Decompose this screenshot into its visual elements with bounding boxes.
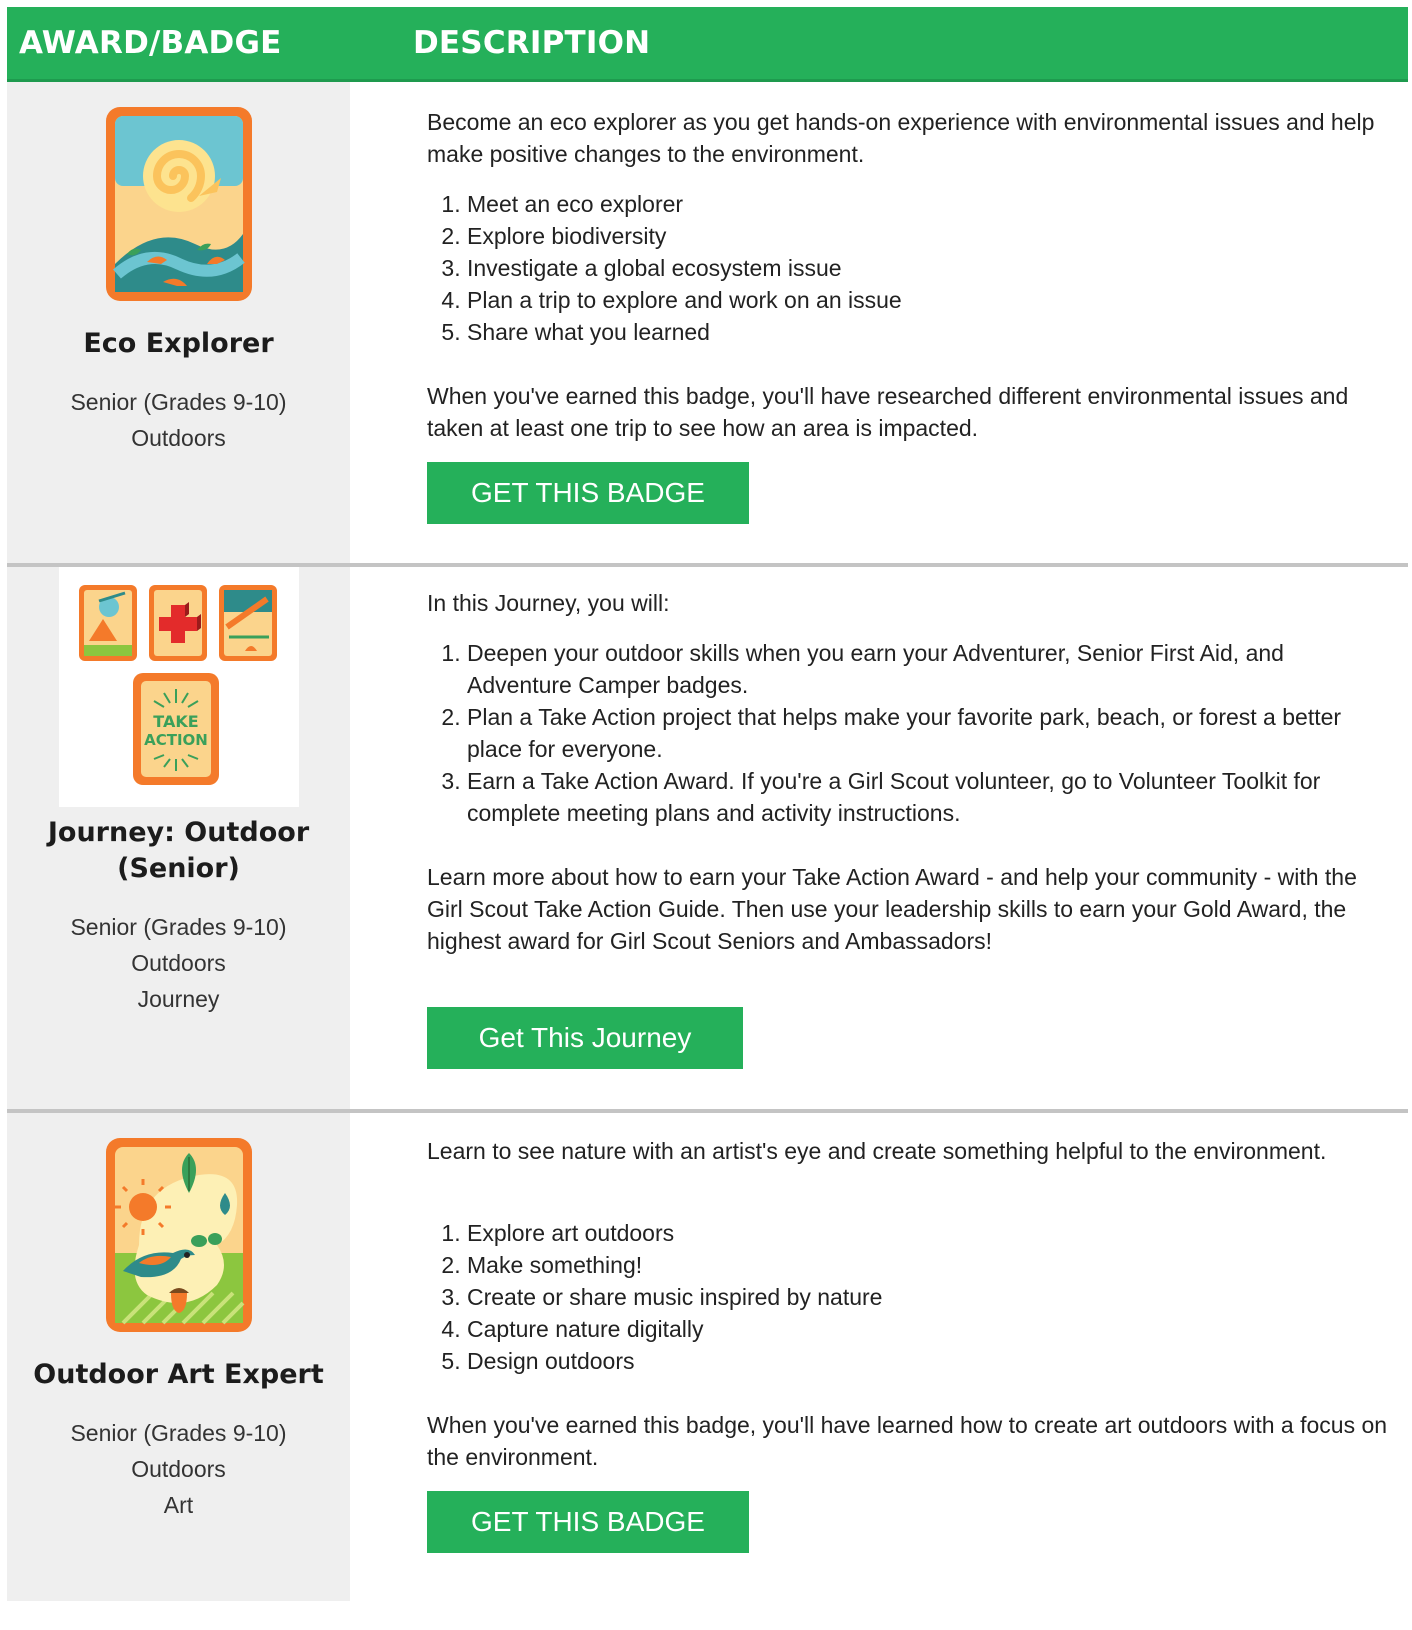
steps-list: Meet an eco explorer Explore biodiversit…	[427, 188, 1388, 348]
badge-name: Eco Explorer	[83, 328, 274, 359]
action-text: ACTION	[144, 731, 208, 749]
table-row: TAKE ACTION Journey: Outdoor (Senior) Se…	[7, 567, 1408, 1113]
header-award: AWARD/BADGE	[19, 25, 282, 61]
list-item: Explore art outdoors	[467, 1217, 1388, 1249]
description-cell: Learn to see nature with an artist's eye…	[350, 1113, 1408, 1601]
steps-list: Explore art outdoors Make something! Cre…	[427, 1217, 1388, 1377]
badge-cell: Eco Explorer Senior (Grades 9-10) Outdoo…	[7, 82, 350, 563]
badge-category: Outdoors	[131, 1456, 226, 1482]
description-cell: Become an eco explorer as you get hands-…	[350, 82, 1408, 563]
badge-category: Outdoors	[131, 950, 226, 976]
badge-cell: Outdoor Art Expert Senior (Grades 9-10) …	[7, 1113, 350, 1601]
list-item: Create or share music inspired by nature	[467, 1281, 1388, 1313]
badge-level: Senior (Grades 9-10)	[70, 1420, 287, 1446]
description-outro: Learn more about how to earn your Take A…	[427, 864, 1357, 954]
list-item: Plan a Take Action project that helps ma…	[467, 701, 1388, 765]
list-item: Investigate a global ecosystem issue	[467, 252, 1388, 284]
description-intro: Learn to see nature with an artist's eye…	[427, 1138, 1327, 1164]
description-intro: Become an eco explorer as you get hands-…	[427, 109, 1375, 167]
journey-badges-icon: TAKE ACTION	[78, 585, 277, 785]
eco-explorer-badge-image	[105, 107, 252, 301]
list-item: Plan a trip to explore and work on an is…	[467, 284, 1388, 316]
list-item: Capture nature digitally	[467, 1313, 1388, 1345]
list-item: Design outdoors	[467, 1345, 1388, 1377]
list-item: Explore biodiversity	[467, 220, 1388, 252]
outdoor-art-expert-badge-image	[105, 1138, 252, 1332]
get-journey-button[interactable]: Get This Journey	[427, 1007, 743, 1069]
steps-list: Deepen your outdoor skills when you earn…	[427, 637, 1388, 829]
table-header: AWARD/BADGE DESCRIPTION	[7, 7, 1408, 82]
list-item: Deepen your outdoor skills when you earn…	[467, 637, 1388, 701]
table-row: Outdoor Art Expert Senior (Grades 9-10) …	[7, 1113, 1408, 1601]
list-item: Meet an eco explorer	[467, 188, 1388, 220]
description-intro: In this Journey, you will:	[427, 590, 670, 616]
badge-category: Outdoors	[131, 425, 226, 451]
badge-type: Journey	[137, 986, 220, 1012]
description-outro: When you've earned this badge, you'll ha…	[427, 1412, 1388, 1470]
header-description: DESCRIPTION	[413, 25, 651, 61]
journey-badge-image: TAKE ACTION	[58, 567, 299, 807]
badge-name: Journey: Outdoor (Senior)	[47, 817, 310, 884]
take-text: TAKE	[153, 712, 198, 731]
table-row: Eco Explorer Senior (Grades 9-10) Outdoo…	[7, 82, 1408, 567]
list-item: Make something!	[467, 1249, 1388, 1281]
description-outro: When you've earned this badge, you'll ha…	[427, 383, 1349, 441]
get-badge-button[interactable]: GET THIS BADGE	[427, 1491, 749, 1553]
badge-name: Outdoor Art Expert	[33, 1359, 324, 1390]
badge-table: AWARD/BADGE DESCRIPTION Eco Explorer Sen…	[7, 7, 1408, 1601]
badge-type: Art	[163, 1492, 194, 1518]
description-cell: In this Journey, you will: Deepen your o…	[350, 567, 1408, 1109]
list-item: Share what you learned	[467, 316, 1388, 348]
list-item: Earn a Take Action Award. If you're a Gi…	[467, 765, 1388, 829]
badge-level: Senior (Grades 9-10)	[70, 914, 287, 940]
badge-level: Senior (Grades 9-10)	[70, 389, 287, 415]
get-badge-button[interactable]: GET THIS BADGE	[427, 462, 749, 524]
badge-cell: TAKE ACTION Journey: Outdoor (Senior) Se…	[7, 567, 350, 1109]
